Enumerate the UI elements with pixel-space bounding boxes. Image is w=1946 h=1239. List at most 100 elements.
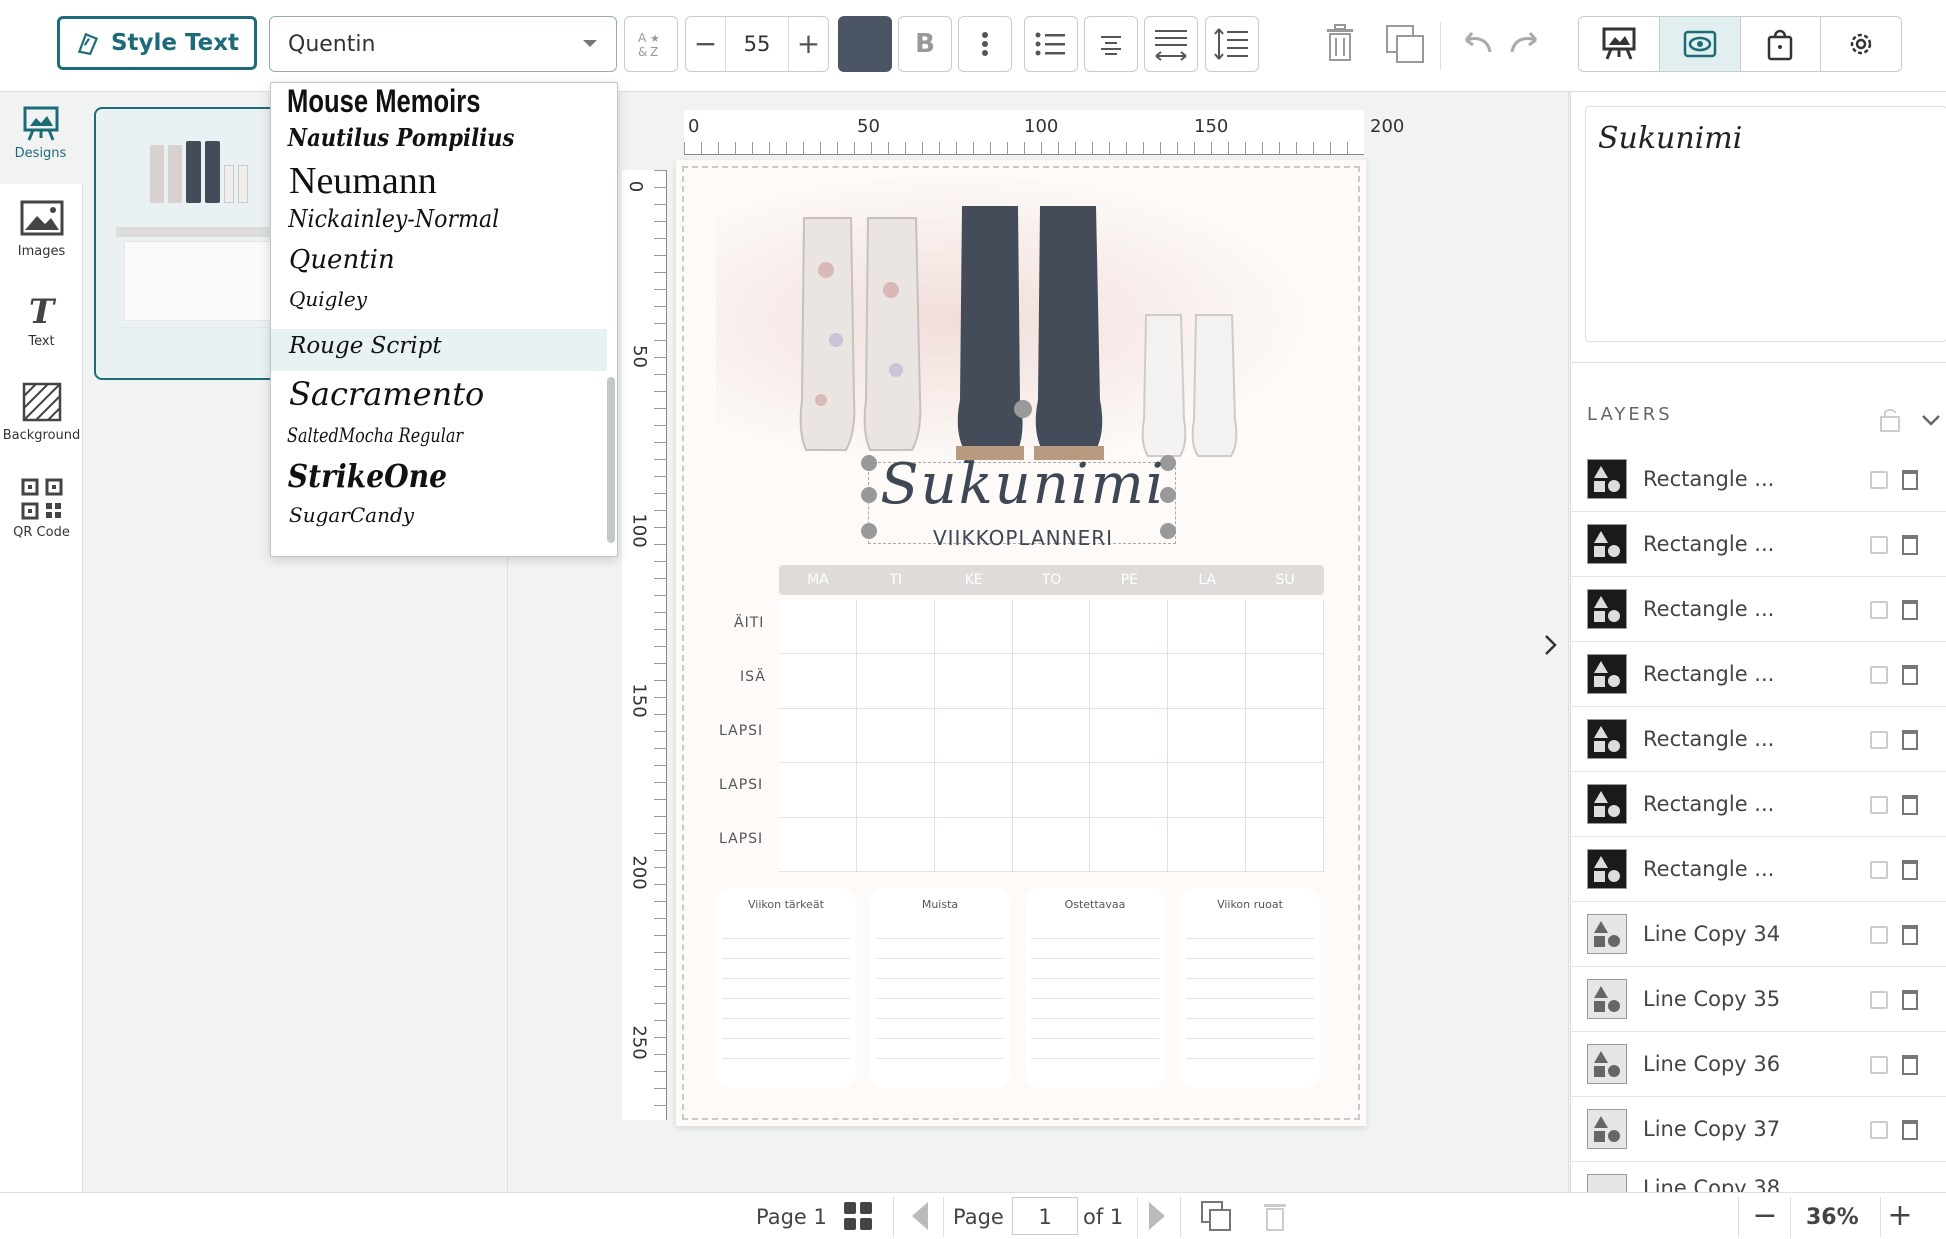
lock-icon[interactable] [1870, 860, 1888, 879]
trash-icon[interactable] [1902, 794, 1918, 815]
rain-boots-illustration[interactable] [796, 200, 1296, 470]
more-options-button[interactable] [958, 16, 1012, 72]
shapes-icon [1587, 459, 1627, 499]
notes-box-ostettavaa[interactable]: Ostettavaa [1025, 888, 1165, 1088]
add-page-icon[interactable] [1200, 1200, 1232, 1232]
font-option-rouge-script[interactable]: Rouge Script [279, 333, 617, 359]
align-center-button[interactable] [1084, 16, 1138, 72]
notes-box-ruoat[interactable]: Viikon ruoat [1180, 888, 1320, 1088]
shapes-icon [1587, 589, 1627, 629]
text-effects-button[interactable]: A ★ & Z [624, 16, 678, 72]
font-option-saltedmocha[interactable]: SaltedMocha Regular [279, 423, 617, 447]
lock-icon[interactable] [1870, 600, 1888, 619]
font-option-mouse-memoirs[interactable]: Mouse Memoirs [279, 83, 617, 120]
schedule-grid[interactable] [779, 600, 1324, 872]
sidebar-item-qr-code[interactable]: QR Code [0, 477, 83, 557]
trash-icon[interactable] [1902, 859, 1918, 880]
shapes-icon [1587, 1109, 1627, 1149]
zoom-out-button[interactable]: − [1750, 1197, 1780, 1235]
sidebar-item-images[interactable]: Images [0, 200, 83, 280]
delete-page-icon[interactable] [1262, 1200, 1288, 1232]
shop-button[interactable] [1741, 17, 1822, 71]
sidebar-item-background[interactable]: Background [0, 382, 83, 462]
text-color-swatch[interactable] [838, 16, 892, 72]
trash-icon[interactable] [1902, 989, 1918, 1010]
redo-button[interactable] [1508, 30, 1544, 58]
trash-icon[interactable] [1902, 729, 1918, 750]
font-size-input[interactable]: 55 [744, 32, 771, 56]
font-size-increase-button[interactable]: + [787, 17, 828, 71]
trash-icon[interactable] [1902, 534, 1918, 555]
sidebar-item-designs[interactable]: Designs [0, 92, 83, 184]
duplicate-button[interactable] [1385, 24, 1425, 68]
lock-icon[interactable] [1870, 1055, 1888, 1074]
font-option-nickainley-normal[interactable]: Nickainley-Normal [279, 205, 617, 233]
font-size-decrease-button[interactable]: − [686, 17, 726, 71]
design-page[interactable]: Sukunimi VIIKKOPLANNERI MA TI KE TO PE L… [676, 160, 1366, 1126]
notes-box-tarkeat[interactable]: Viikon tärkeät [716, 888, 856, 1088]
font-family-dropdown[interactable]: Mouse Memoirs Nautilus Pompilius Neumann… [270, 82, 618, 557]
ruler-h-tick-200: 200 [1364, 116, 1414, 137]
next-page-icon[interactable] [1147, 1201, 1167, 1231]
font-option-sacramento[interactable]: Sacramento [279, 375, 617, 413]
lock-icon[interactable] [1870, 730, 1888, 749]
undo-button[interactable] [1458, 30, 1494, 58]
settings-button[interactable] [1821, 17, 1901, 71]
line-height-button[interactable] [1205, 16, 1259, 72]
trash-icon[interactable] [1902, 664, 1918, 685]
letter-spacing-button[interactable] [1144, 16, 1198, 72]
trash-icon[interactable] [1902, 469, 1918, 490]
sidebar-label-designs: Designs [14, 146, 67, 161]
lock-icon[interactable] [1870, 470, 1888, 489]
bulleted-list-icon [1035, 32, 1065, 56]
font-option-sugarcandy[interactable]: SugarCandy [279, 503, 617, 527]
list-button[interactable] [1024, 16, 1078, 72]
rotate-handle[interactable] [1014, 400, 1032, 418]
notes-box-muista[interactable]: Muista [870, 888, 1010, 1088]
lock-icon[interactable] [1870, 665, 1888, 684]
sidebar-item-text[interactable]: T Text [0, 292, 83, 372]
font-option-nautilus-pompilius[interactable]: Nautilus Pompilius [279, 123, 617, 152]
ruler-h-tick-0: 0 [688, 116, 700, 137]
preview-design-button[interactable] [1579, 17, 1660, 71]
lock-icon[interactable] [1870, 1120, 1888, 1139]
layer-name: Line Copy 37 [1643, 1117, 1781, 1141]
lock-icon[interactable] [1870, 990, 1888, 1009]
font-option-strikeone[interactable]: StrikeOne [279, 457, 617, 495]
font-option-quigley[interactable]: Quigley [279, 287, 617, 311]
shapes-icon [1587, 1044, 1627, 1084]
lock-icon[interactable] [1870, 795, 1888, 814]
font-family-select[interactable]: Quentin [269, 16, 617, 72]
trash-icon[interactable] [1902, 599, 1918, 620]
right-panel-collapse[interactable] [1532, 92, 1569, 1192]
dropdown-scrollbar[interactable] [607, 377, 615, 543]
document-title[interactable]: Sukunimi [868, 452, 1178, 517]
zoom-level[interactable]: 36% [1806, 1205, 1859, 1230]
delete-button[interactable] [1325, 24, 1355, 66]
zoom-in-button[interactable]: + [1885, 1197, 1915, 1235]
lock-icon[interactable] [1870, 925, 1888, 944]
text-preview-box[interactable]: Sukunimi [1585, 106, 1946, 342]
bold-button[interactable]: B [898, 16, 952, 72]
toolbar-divider [1440, 22, 1441, 70]
lock-icon[interactable] [1879, 408, 1901, 432]
trash-icon[interactable] [1902, 1119, 1918, 1140]
page-count: of 1 [1083, 1205, 1124, 1229]
vertical-ruler: 0 50 100 150 200 250 [622, 170, 667, 1120]
trash-icon[interactable] [1902, 924, 1918, 945]
shapes-icon [1587, 654, 1627, 694]
trash-icon[interactable] [1902, 1054, 1918, 1075]
page-number-input[interactable]: 1 [1012, 1197, 1078, 1235]
notes-box-title-muista: Muista [921, 898, 959, 911]
eye-preview-button[interactable] [1659, 17, 1741, 71]
style-text-button[interactable]: Style Text [57, 16, 257, 70]
font-option-quentin[interactable]: Quentin [279, 245, 617, 275]
previous-page-icon[interactable] [910, 1201, 930, 1231]
chevron-down-icon[interactable] [1921, 414, 1941, 426]
document-subtitle[interactable]: VIIKKOPLANNERI [868, 526, 1178, 550]
font-option-neumann[interactable]: Neumann [279, 159, 617, 203]
eye-icon [1683, 30, 1716, 58]
page-thumbnail[interactable] [94, 107, 294, 380]
lock-icon[interactable] [1870, 535, 1888, 554]
grid-view-icon[interactable] [843, 1201, 873, 1231]
